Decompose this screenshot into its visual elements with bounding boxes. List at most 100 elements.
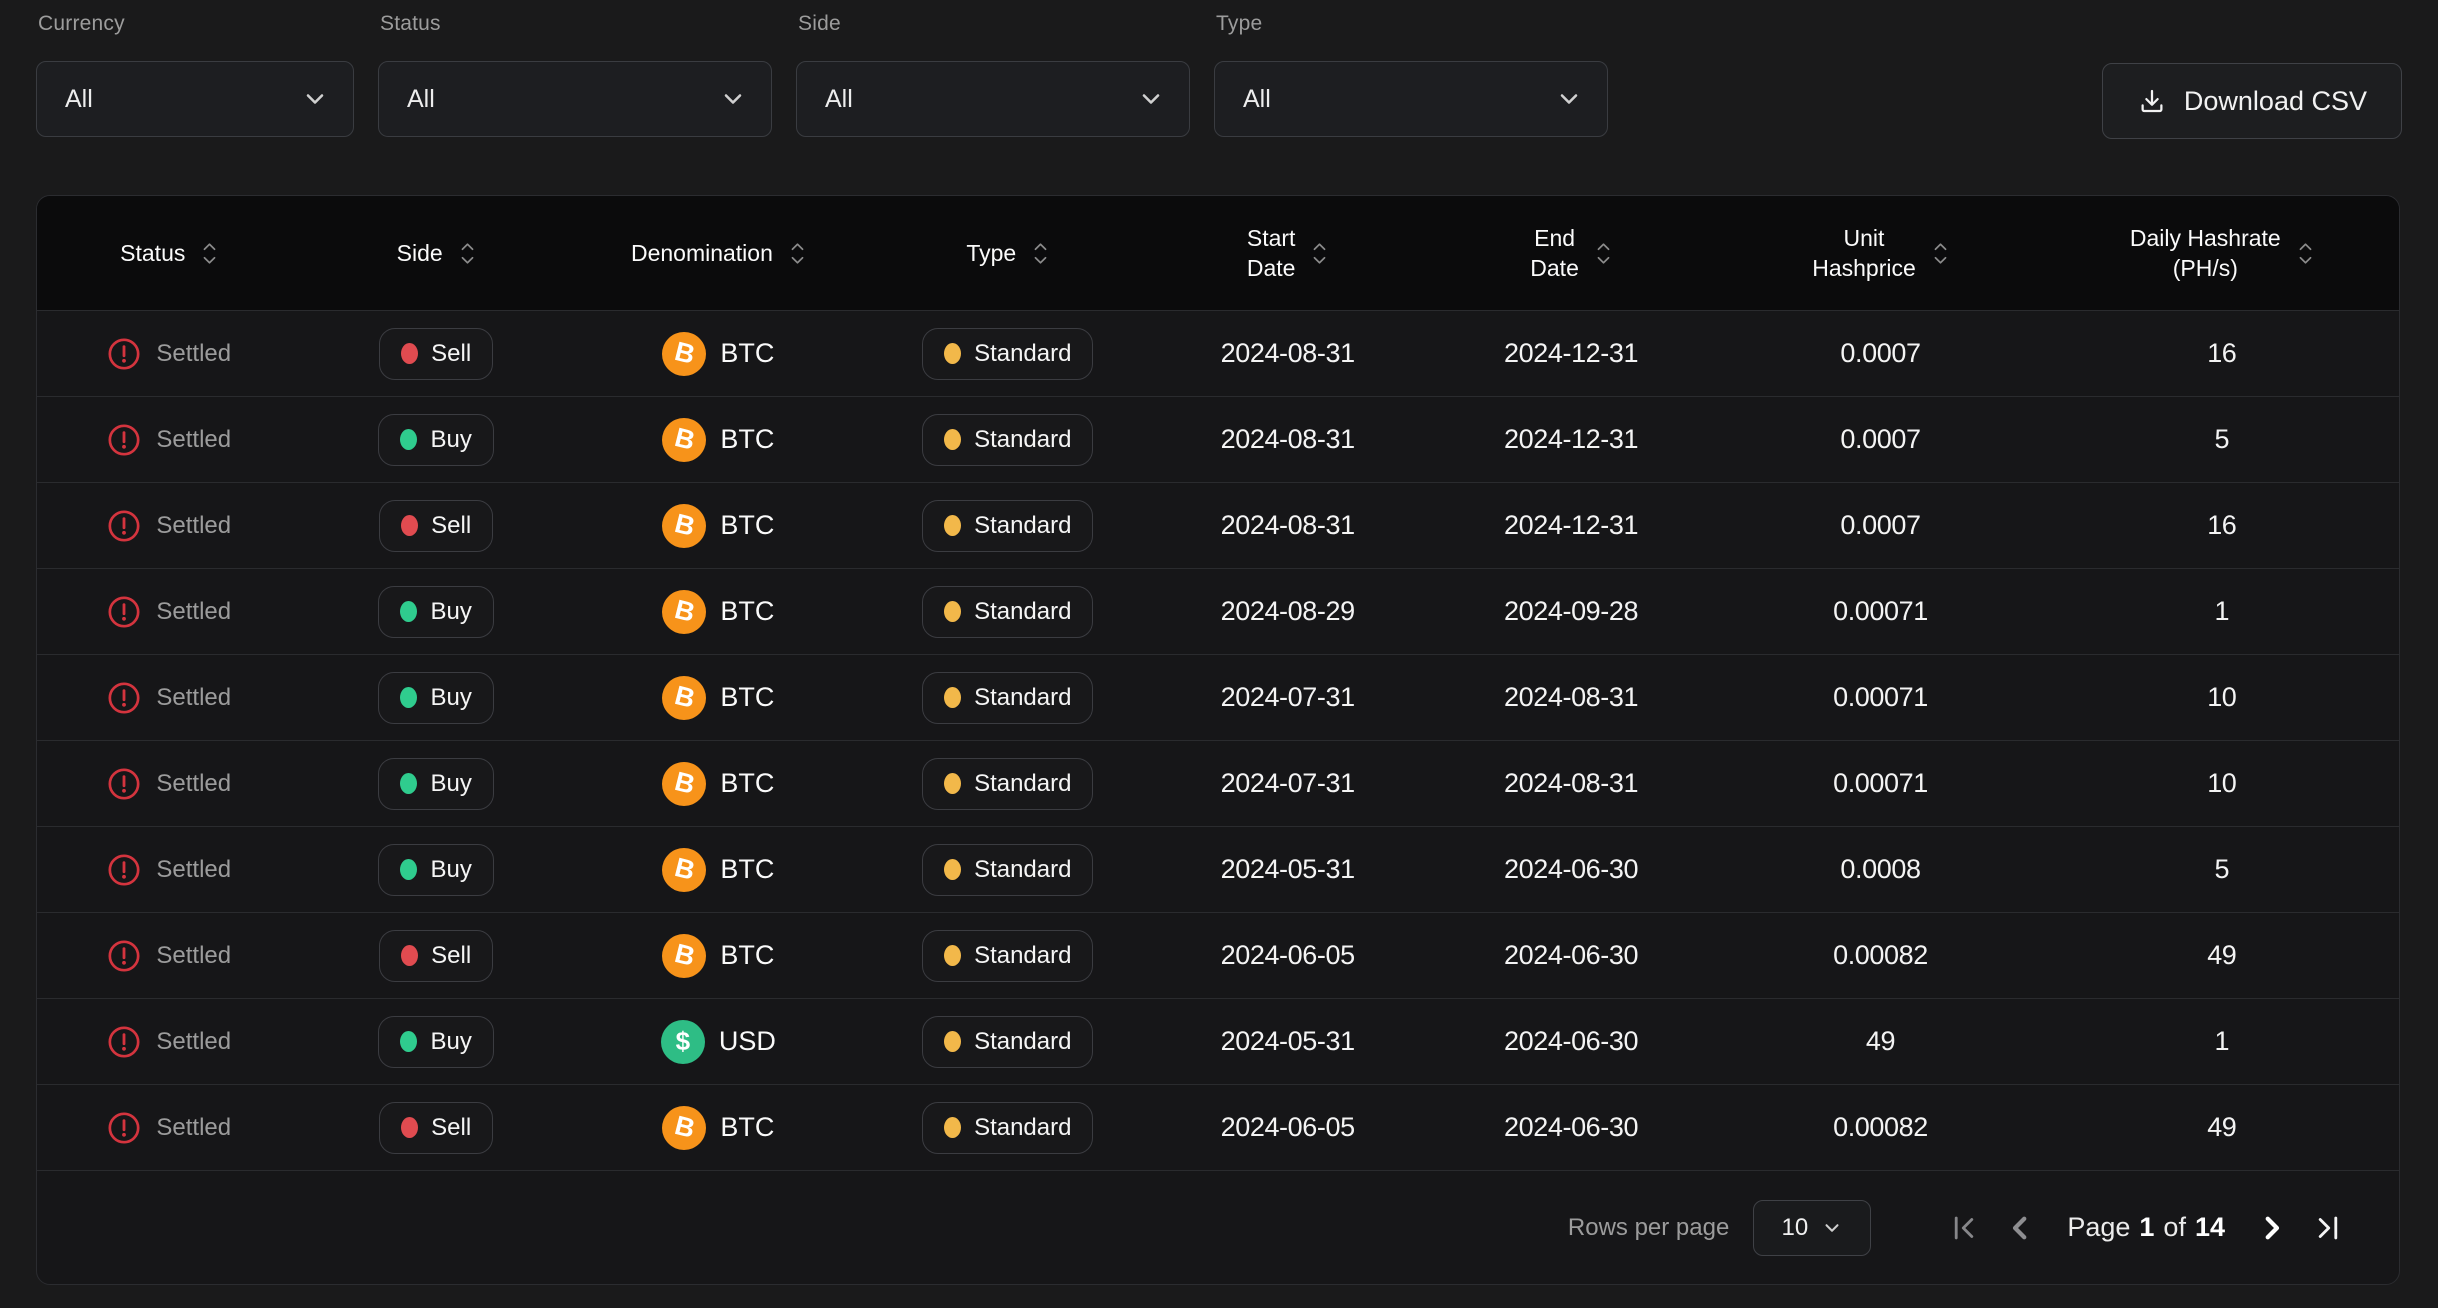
side-cell: Sell (302, 930, 571, 982)
side-dot-icon (400, 859, 417, 880)
status-cell: Settled (37, 939, 302, 973)
sort-icon (1932, 240, 1949, 267)
status-filter-select[interactable]: All (378, 61, 772, 137)
status-value: Settled (156, 1114, 231, 1142)
previous-page-button[interactable] (1997, 1205, 2043, 1251)
denomination-value: BTC (720, 424, 774, 455)
status-cell: Settled (37, 767, 302, 801)
download-csv-button[interactable]: Download CSV (2102, 63, 2402, 139)
side-dot-icon (400, 1031, 417, 1052)
table-row[interactable]: Settled Buy BTC Standard 2024-05-31 2024… (37, 826, 2399, 912)
side-value: Buy (430, 770, 471, 798)
table-row[interactable]: Settled Sell BTC Standard 2024-08-31 202… (37, 482, 2399, 568)
column-header-daily-hashrate[interactable]: Daily Hashrate(PH/s) (2045, 223, 2399, 283)
rows-per-page-value: 10 (1781, 1214, 1808, 1242)
status-value: Settled (156, 942, 231, 970)
filter-bar: Currency All Status All Side All Type Al… (36, 12, 1608, 137)
denomination-cell: BTC (571, 934, 866, 978)
type-cell: Standard (866, 758, 1149, 810)
column-header-type[interactable]: Type (866, 238, 1149, 268)
unit-hashprice-value: 49 (1716, 1026, 2044, 1057)
status-filter-value: All (407, 85, 435, 114)
table-row[interactable]: Settled Buy BTC Standard 2024-08-31 2024… (37, 396, 2399, 482)
column-header-unit-hashprice[interactable]: UnitHashprice (1716, 223, 2044, 283)
side-dot-icon (401, 343, 418, 364)
sort-icon (2297, 240, 2314, 267)
alert-circle-icon (107, 1111, 141, 1145)
status-value: Settled (156, 1028, 231, 1056)
table-row[interactable]: Settled Sell BTC Standard 2024-08-31 202… (37, 310, 2399, 396)
btc-icon (662, 934, 706, 978)
last-page-button[interactable] (2305, 1205, 2351, 1251)
sort-icon (789, 240, 806, 267)
type-filter-select[interactable]: All (1214, 61, 1608, 137)
denomination-value: BTC (720, 940, 774, 971)
column-header-denomination[interactable]: Denomination (571, 238, 866, 268)
sort-icon (1032, 240, 1049, 267)
type-dot-icon (944, 343, 961, 364)
btc-icon (662, 332, 706, 376)
first-page-button[interactable] (1941, 1205, 1987, 1251)
side-filter-select[interactable]: All (796, 61, 1190, 137)
status-cell: Settled (37, 337, 302, 371)
column-header-status[interactable]: Status (37, 238, 302, 268)
currency-filter-select[interactable]: All (36, 61, 354, 137)
unit-hashprice-value: 0.0008 (1716, 854, 2044, 885)
btc-icon (662, 1106, 706, 1150)
type-value: Standard (974, 1114, 1071, 1142)
type-badge: Standard (922, 672, 1093, 724)
table-row[interactable]: Settled Sell BTC Standard 2024-06-05 202… (37, 912, 2399, 998)
btc-icon (662, 762, 706, 806)
side-dot-icon (400, 773, 417, 794)
end-date-value: 2024-12-31 (1426, 338, 1717, 369)
status-cell: Settled (37, 595, 302, 629)
column-header-end-date[interactable]: EndDate (1426, 223, 1717, 283)
start-date-value: 2024-08-31 (1149, 338, 1425, 369)
denomination-value: BTC (720, 682, 774, 713)
type-dot-icon (944, 945, 961, 966)
start-date-value: 2024-08-31 (1149, 424, 1425, 455)
chevron-down-icon (719, 85, 747, 113)
table-row[interactable]: Settled Buy BTC Standard 2024-07-31 2024… (37, 654, 2399, 740)
table-row[interactable]: Settled Buy BTC Standard 2024-08-29 2024… (37, 568, 2399, 654)
status-cell: Settled (37, 853, 302, 887)
daily-hashrate-value: 49 (2045, 940, 2399, 971)
start-date-value: 2024-05-31 (1149, 1026, 1425, 1057)
denomination-cell: BTC (571, 676, 866, 720)
daily-hashrate-value: 16 (2045, 510, 2399, 541)
side-cell: Sell (302, 328, 571, 380)
chevron-left-icon (2003, 1211, 2037, 1245)
column-label: Status (120, 238, 185, 268)
type-cell: Standard (866, 586, 1149, 638)
side-dot-icon (401, 1117, 418, 1138)
status-value: Settled (156, 684, 231, 712)
type-badge: Standard (922, 758, 1093, 810)
side-badge: Sell (379, 328, 493, 380)
alert-circle-icon (107, 853, 141, 887)
column-label: Type (966, 238, 1016, 268)
side-cell: Buy (302, 586, 571, 638)
type-dot-icon (944, 515, 961, 536)
next-page-button[interactable] (2249, 1205, 2295, 1251)
chevron-down-icon (1821, 1217, 1843, 1239)
column-header-start-date[interactable]: StartDate (1149, 223, 1425, 283)
status-cell: Settled (37, 1111, 302, 1145)
status-value: Settled (156, 598, 231, 626)
table-row[interactable]: Settled Buy BTC Standard 2024-07-31 2024… (37, 740, 2399, 826)
end-date-value: 2024-06-30 (1426, 854, 1717, 885)
table-row[interactable]: Settled Buy USD Standard 2024-05-31 2024… (37, 998, 2399, 1084)
chevron-down-icon (301, 85, 329, 113)
status-filter-label: Status (380, 12, 772, 36)
filter-status: Status All (378, 12, 772, 137)
side-cell: Buy (302, 758, 571, 810)
type-value: Standard (974, 1028, 1071, 1056)
column-header-side[interactable]: Side (302, 238, 571, 268)
type-value: Standard (974, 942, 1071, 970)
status-value: Settled (156, 770, 231, 798)
denomination-cell: BTC (571, 504, 866, 548)
rows-per-page-select[interactable]: 10 (1753, 1200, 1871, 1256)
daily-hashrate-value: 16 (2045, 338, 2399, 369)
table-row[interactable]: Settled Sell BTC Standard 2024-06-05 202… (37, 1084, 2399, 1170)
denomination-cell: USD (571, 1020, 866, 1064)
side-badge: Sell (379, 1102, 493, 1154)
